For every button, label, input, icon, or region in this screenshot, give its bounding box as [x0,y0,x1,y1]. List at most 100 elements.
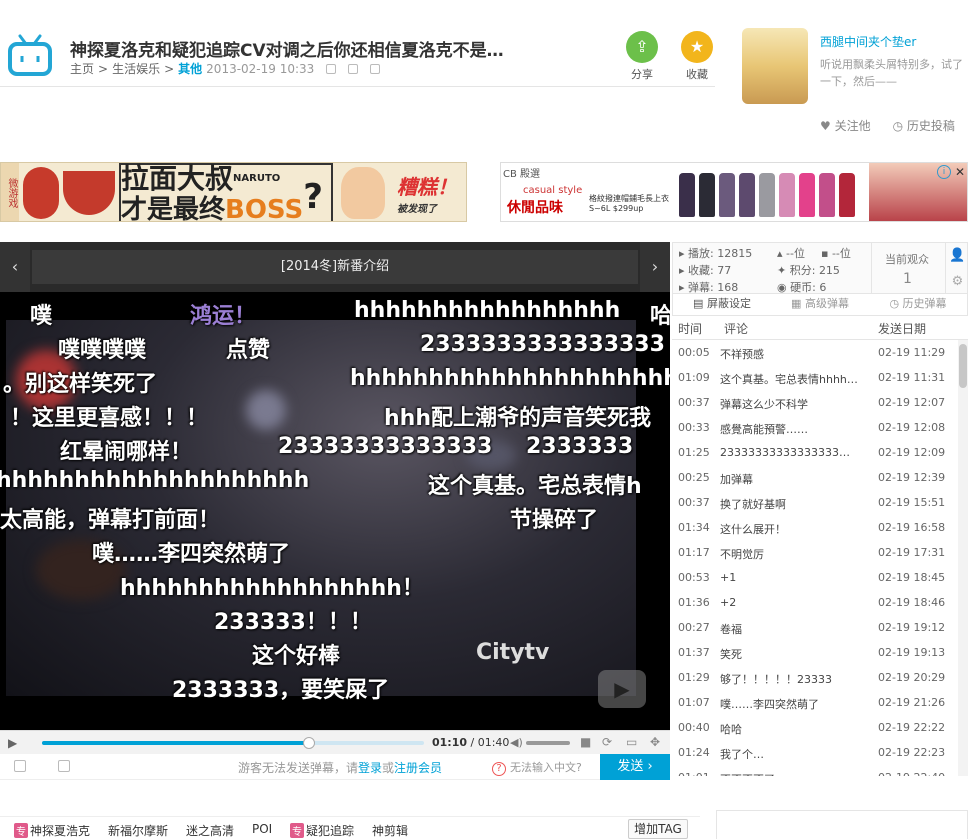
col-date[interactable]: 发送日期 [878,320,926,337]
volume-icon[interactable]: ◀) [510,736,523,749]
tab-advanced-danmaku[interactable]: ▦ 高级弹幕 [771,294,869,315]
rank-2: --位 [831,247,851,260]
danmaku-row[interactable]: 01:36 +2 02-19 18:46 [672,590,958,615]
danmaku-row[interactable]: 00:05 不祥预感 02-19 11:29 [672,340,958,365]
tab-history-danmaku[interactable]: ◷ 历史弹幕 [869,294,967,315]
tag-item[interactable]: 神剪辑 [372,822,408,839]
row-date: 02-19 18:45 [878,571,946,584]
send-button[interactable]: 发送 › [600,754,670,780]
danmaku-row[interactable]: 01:25 23333333333333333… 02-19 12:09 [672,440,958,465]
coat-image [799,173,815,217]
row-date: 02-19 19:13 [878,646,946,659]
widescreen-icon[interactable]: ▭ [626,735,637,749]
danmaku-row[interactable]: 01:34 这什么展开！ 02-19 16:58 [672,515,958,540]
row-date: 02-19 22:22 [878,721,946,734]
breadcrumb-home[interactable]: 主页 [70,60,94,77]
tag-item[interactable]: 迷之高清 [186,822,234,839]
ad-banner-left[interactable]: 微游戏 拉面大叔NARUTO 才是最终BOSS? 糟糕！ 被发现了 [0,162,467,222]
danmaku-row[interactable]: 01:24 我了个… 02-19 22:23 [672,740,958,765]
play-icon[interactable]: ▶ [8,736,17,750]
danmaku-row[interactable]: 00:25 加弹幕 02-19 12:39 [672,465,958,490]
row-date: 02-19 19:12 [878,621,946,634]
tag-item[interactable]: 新福尔摩斯 [108,822,168,839]
settings-gear-icon[interactable]: ⚙ [946,269,969,295]
tv-logo-icon[interactable] [8,34,52,76]
ad-banner-right[interactable]: CB 殿選 casual style 休閒品味 格紋撥連帽鋪毛長上衣 S~6L … [500,162,968,222]
coat-image [839,173,855,217]
ramen-bowl-image [63,171,115,215]
ime-help[interactable]: ? 无法输入中文? [492,759,582,776]
row-time: 01:24 [678,746,710,759]
danmaku-row[interactable]: 00:37 换了就好基啊 02-19 15:51 [672,490,958,515]
row-date: 02-19 12:08 [878,421,946,434]
danmaku-row[interactable]: 01:29 够了！！！！！23333 02-19 20:29 [672,665,958,690]
danmaku-toggle-icon[interactable]: ■ [580,735,591,749]
report-small-icon[interactable] [370,63,381,74]
tag-item[interactable]: 专神探夏浩克 [14,822,90,839]
danmaku: ！！这里更喜感！！！ [0,406,209,431]
row-time: 01:25 [678,446,710,459]
ad-headline-2: 才是最终 [121,195,226,222]
ad2-brand: CB 殿選 [503,169,541,180]
uploader-avatar[interactable] [742,28,808,104]
history-button[interactable]: ◷ 历史投稿 [893,117,955,134]
user-icon[interactable]: 👤 [946,243,969,269]
danmaku-color-icon[interactable] [58,760,70,772]
next-part-button[interactable]: › [640,242,670,292]
danmaku-row[interactable]: 01:09 这个真基。宅总表情hhhh… 02-19 11:31 [672,365,958,390]
fav-small-icon[interactable] [348,63,359,74]
prev-part-button[interactable]: ‹ [0,242,30,292]
danmaku-row[interactable]: 00:33 感覺高能預警…… 02-19 12:08 [672,415,958,440]
ad2-category: 休閒品味 [507,200,563,216]
share-button[interactable]: ⇪ [626,31,658,63]
tag-item[interactable]: 专疑犯追踪 [290,822,354,839]
volume-slider[interactable] [526,741,570,745]
row-time: 00:27 [678,621,710,634]
uploader-name[interactable]: 西腿中间夹个垫er [820,33,916,50]
login-link[interactable]: 登录 [358,761,382,775]
danmaku-row[interactable]: 01:17 不明觉厉 02-19 17:31 [672,540,958,565]
row-comment: 我了个… [720,748,764,761]
scroll-thumb[interactable] [959,344,967,388]
fullscreen-icon[interactable]: ✥ [650,735,660,749]
ad-close-icon[interactable]: ✕ [955,165,965,179]
favorite-button[interactable]: ★ [681,31,713,63]
tag-item[interactable]: POI [252,822,272,836]
ad-naruto: NARUTO [233,173,281,184]
danmaku: 233333！！！ [214,610,372,635]
add-tag-button[interactable]: 增加TAG [628,819,688,839]
ad-info-icon[interactable]: i [937,165,951,179]
coat-image [819,173,835,217]
follow-button[interactable]: ♥ 关注他 [820,117,871,134]
seek-handle[interactable] [303,737,316,749]
video-area[interactable]: Citytv ▶ 噗 鸿运！ hhhhhhhhhhhhhhhhh 哈 噗噗噗噗 … [0,292,670,730]
breadcrumb-life[interactable]: 生活娱乐 [112,60,160,77]
danmaku-row[interactable]: 01:37 笑死 02-19 19:13 [672,640,958,665]
tab-block-settings[interactable]: ▤ 屏蔽设定 [673,294,771,315]
row-comment: 不祥预感 [720,348,764,361]
danmaku-row[interactable]: 00:27 卷福 02-19 19:12 [672,615,958,640]
seek-bar[interactable] [42,737,424,749]
danmaku-row[interactable]: 00:37 弹幕这么少不科学 02-19 12:07 [672,390,958,415]
big-play-icon[interactable]: ▶ [598,670,646,708]
row-time: 00:33 [678,421,710,434]
play-small-icon[interactable] [326,63,337,74]
register-link[interactable]: 注册会员 [394,761,442,775]
danmaku-row[interactable]: 01:07 噗……李四突然萌了 02-19 21:26 [672,690,958,715]
danmaku-row[interactable]: 01:01 不不不不了 02-19 22:40 [672,765,958,776]
row-time: 01:09 [678,371,710,384]
danmaku-list[interactable]: 00:05 不祥预感 02-19 11:29 01:09 这个真基。宅总表情hhhh… 0… [672,340,958,776]
list-scrollbar[interactable] [958,340,968,776]
row-comment: 卷福 [720,623,742,636]
history-icon: ◷ [889,297,900,310]
danmaku: 鸿运！ [190,304,257,329]
header-divider [0,86,715,87]
col-comment[interactable]: 评论 [724,320,748,337]
col-time[interactable]: 时间 [678,320,702,337]
danmaku-row[interactable]: 00:53 +1 02-19 18:45 [672,565,958,590]
loop-icon[interactable]: ⟳ [602,735,612,749]
danmaku-style-icon[interactable] [14,760,26,772]
danmaku: 这个好棒 [252,644,341,669]
danmaku-row[interactable]: 00:40 哈哈 02-19 22:22 [672,715,958,740]
breadcrumb-other[interactable]: 其他 [178,60,202,77]
